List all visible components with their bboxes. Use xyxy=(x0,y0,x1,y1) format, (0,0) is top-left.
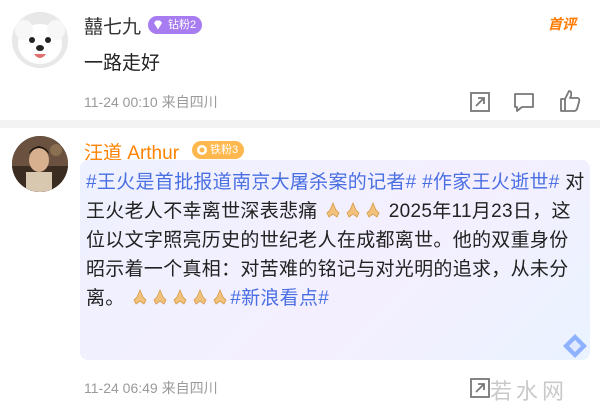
timestamp: 11-24 00:10 xyxy=(84,94,158,110)
timestamp: 11-24 06:49 xyxy=(84,380,158,396)
comment-text: 一路走好 xyxy=(84,53,161,74)
divider xyxy=(0,120,600,128)
username[interactable]: 囍七九 xyxy=(84,12,141,39)
badge-label: 铁粉3 xyxy=(210,144,239,156)
comment-icon[interactable] xyxy=(510,88,538,116)
hashtag[interactable]: #王火是首批报道南京大屠杀案的记者# xyxy=(86,172,417,193)
comment-meta: 11-24 00:10 来自四川 xyxy=(84,92,218,112)
hashtag[interactable]: #新浪看点# xyxy=(230,288,329,309)
like-icon[interactable] xyxy=(556,87,584,115)
badge-label: 钻粉2 xyxy=(168,19,197,31)
avatar[interactable] xyxy=(12,12,68,68)
location: 来自四川 xyxy=(161,380,218,396)
location: 来自四川 xyxy=(161,94,218,110)
praying-hands-icon xyxy=(193,288,207,305)
praying-hands-icon xyxy=(153,288,167,305)
first-comment-tag: 首评 xyxy=(548,16,576,32)
fan-badge[interactable]: 铁粉3 xyxy=(192,141,245,159)
iron-fan-icon xyxy=(197,145,207,155)
praying-hands-icon xyxy=(213,288,227,305)
praying-hands-icon xyxy=(366,201,380,218)
avatar[interactable] xyxy=(12,136,68,192)
praying-hands-icon xyxy=(326,201,340,218)
praying-hands-icon xyxy=(133,288,147,305)
hashtag[interactable]: #作家王火逝世# xyxy=(417,172,560,193)
watermark: 若水网 xyxy=(490,379,569,404)
comment-text: #王火是首批报道南京大屠杀案的记者# #作家王火逝世# 对王火老人不幸离世深表悲… xyxy=(86,168,586,313)
share-icon[interactable] xyxy=(466,88,494,116)
fan-badge[interactable]: 钻粉2 xyxy=(148,16,203,34)
comment-meta: 11-24 06:49 来自四川 xyxy=(84,378,218,398)
diamond-icon xyxy=(154,20,162,30)
diamond-decoration-icon xyxy=(563,334,587,358)
praying-hands-icon xyxy=(346,201,360,218)
praying-hands-icon xyxy=(173,288,187,305)
comment-item: 囍七九 钻粉2 首评 一路走好 11-24 00:10 来自四川 xyxy=(0,0,600,120)
